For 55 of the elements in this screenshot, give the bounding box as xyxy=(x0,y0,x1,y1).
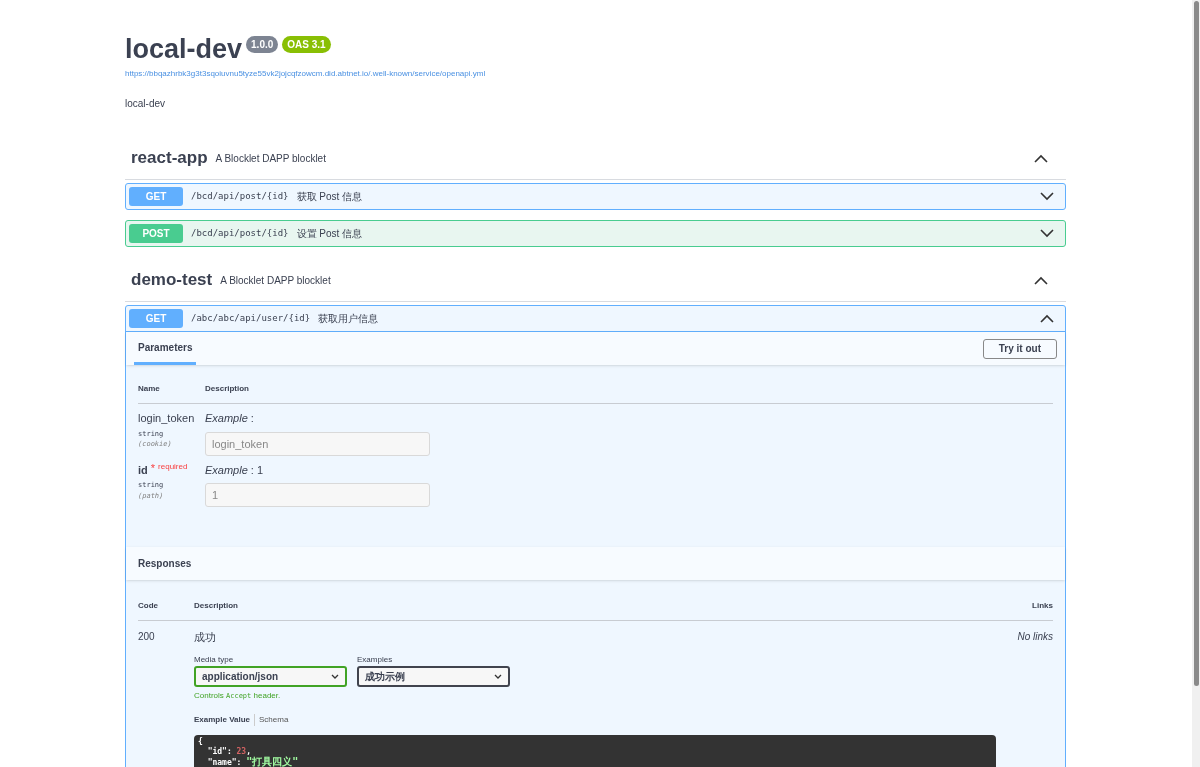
examples-select[interactable]: 成功示例 xyxy=(357,665,510,687)
example-label: Example : 1 xyxy=(205,462,265,478)
tag-description: A Blocklet DAPP blocklet xyxy=(220,273,332,288)
column-header: Description xyxy=(194,600,239,612)
oas-badge: OAS 3.1 xyxy=(282,36,331,53)
parameter-name: id xyxy=(138,462,148,478)
value-tab[interactable]: Schema xyxy=(254,713,289,726)
chevron-down-icon[interactable] xyxy=(1040,229,1054,238)
operation-summary[interactable]: POST /bcd/api/post/{id} 设置 Post 信息 xyxy=(126,221,1065,246)
tag-header[interactable]: demo-test A Blocklet DAPP blocklet xyxy=(125,259,1066,302)
column-header: Name xyxy=(138,383,161,395)
method-badge: POST xyxy=(129,224,183,243)
operation-path: /bcd/api/post/{id} xyxy=(191,189,289,203)
required-mark: * xyxy=(150,461,156,474)
column-header: Description xyxy=(205,383,249,395)
operation-path: /abc/abc/api/user/{id} xyxy=(191,311,311,325)
chevron-up-icon[interactable] xyxy=(1034,275,1048,285)
responses-header: Responses xyxy=(126,547,1065,580)
method-badge: GET xyxy=(129,309,183,328)
value-tab[interactable]: Example Value xyxy=(194,713,251,726)
column-header: Code xyxy=(138,600,159,612)
chevron-up-icon[interactable] xyxy=(1034,153,1048,163)
operation-path: /bcd/api/post/{id} xyxy=(191,226,289,240)
chevron-down-icon[interactable] xyxy=(1040,192,1054,201)
tag-header[interactable]: react-app A Blocklet DAPP blocklet xyxy=(125,137,1066,180)
chevron-up-icon[interactable] xyxy=(1040,314,1054,323)
caret-icon xyxy=(494,673,502,679)
api-description: local-dev xyxy=(125,97,167,111)
operation-summary-text: 设置 Post 信息 xyxy=(296,227,364,241)
tag-name: demo-test xyxy=(131,269,213,292)
parameter-name: login_token xyxy=(138,411,195,426)
parameters-tab[interactable]: Parameters xyxy=(134,332,197,365)
method-badge: GET xyxy=(129,187,183,206)
operation-summary[interactable]: GET /abc/abc/api/user/{id} 获取用户信息 xyxy=(126,306,1065,331)
operation-summary-text: 获取用户信息 xyxy=(318,312,380,326)
media-type-select[interactable]: application/json xyxy=(194,665,347,687)
version-badge: 1.0.0 xyxy=(246,36,279,53)
tag-name: react-app xyxy=(131,147,208,170)
field-label: Media type xyxy=(194,653,235,666)
response-description: 成功 xyxy=(194,630,217,645)
operation-summary[interactable]: GET /bcd/api/post/{id} 获取 Post 信息 xyxy=(126,184,1065,209)
required-label: required xyxy=(158,461,188,472)
code-block: { "id": 23, "name": "打具四义" xyxy=(194,734,996,767)
response-code: 200 xyxy=(138,630,156,644)
scrollbar[interactable] xyxy=(1192,0,1200,767)
column-header: Links xyxy=(1032,600,1053,612)
field-label: Examples xyxy=(357,653,394,666)
caret-icon xyxy=(331,673,339,679)
tag-description: A Blocklet DAPP blocklet xyxy=(215,151,327,166)
spec-link[interactable]: https://bbqazhrbk3g3t3sqoiuvnu5tyze55vk2jojcqfzowcm.did.abtnet.io/.well-known/service/openapi.yml xyxy=(125,68,1066,80)
operation-summary-text: 获取 Post 信息 xyxy=(296,190,364,204)
try-it-out-button[interactable]: Try it out xyxy=(982,338,1057,359)
api-title: local-dev xyxy=(125,33,243,66)
no-links: No links xyxy=(1017,630,1053,644)
example-label: Example : xyxy=(205,411,255,426)
